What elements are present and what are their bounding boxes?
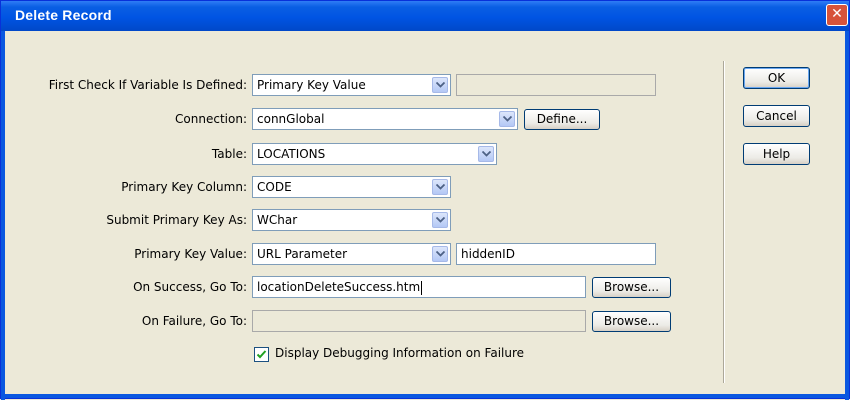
on-success-value: locationDeleteSuccess.htm — [257, 280, 421, 294]
connection-select[interactable]: connGlobal — [252, 108, 518, 130]
text-caret — [421, 280, 423, 295]
chevron-down-icon[interactable] — [432, 179, 448, 195]
first-check-variable-field[interactable] — [456, 74, 656, 96]
table-label: Table: — [211, 147, 247, 161]
ok-button[interactable]: OK — [743, 67, 810, 89]
pk-value-parameter-field[interactable]: hiddenID — [456, 243, 656, 265]
window-frame-bottom — [1, 394, 849, 398]
debug-checkbox[interactable] — [254, 347, 269, 362]
pk-value-parameter-text: hiddenID — [461, 247, 515, 261]
cancel-button[interactable]: Cancel — [743, 105, 810, 127]
first-check-label: First Check If Variable Is Defined: — [48, 78, 247, 92]
pk-column-select[interactable]: CODE — [252, 176, 451, 198]
submit-as-value: WChar — [257, 213, 298, 227]
pk-column-label: Primary Key Column: — [121, 180, 247, 194]
on-success-browse-button[interactable]: Browse... — [592, 277, 671, 298]
chevron-down-icon[interactable] — [499, 111, 515, 127]
pk-value-select[interactable]: URL Parameter — [252, 243, 451, 265]
delete-record-dialog: Delete Record ✕ First Check If Variable … — [0, 0, 850, 400]
first-check-value: Primary Key Value — [257, 78, 366, 92]
title-bar[interactable]: Delete Record ✕ — [1, 1, 849, 31]
table-value: LOCATIONS — [257, 147, 326, 161]
vertical-separator — [723, 61, 725, 383]
on-failure-browse-button[interactable]: Browse... — [592, 311, 671, 332]
connection-label: Connection: — [175, 112, 247, 126]
on-success-label: On Success, Go To: — [133, 280, 247, 294]
on-failure-field[interactable] — [252, 310, 586, 332]
pk-value-value: URL Parameter — [257, 247, 348, 261]
chevron-down-icon[interactable] — [432, 212, 448, 228]
on-success-field[interactable]: locationDeleteSuccess.htm — [252, 276, 586, 298]
chevron-down-icon[interactable] — [478, 146, 494, 162]
window-frame-left — [1, 31, 5, 400]
submit-as-label: Submit Primary Key As: — [106, 213, 247, 227]
connection-value: connGlobal — [257, 112, 325, 126]
pk-value-label: Primary Key Value: — [134, 247, 247, 261]
help-button[interactable]: Help — [743, 143, 810, 165]
dialog-title: Delete Record — [15, 7, 112, 23]
on-failure-label: On Failure, Go To: — [141, 314, 247, 328]
first-check-select[interactable]: Primary Key Value — [252, 74, 451, 96]
debug-checkbox-label[interactable]: Display Debugging Information on Failure — [275, 346, 524, 360]
window-frame-right — [845, 31, 849, 400]
table-select[interactable]: LOCATIONS — [252, 143, 497, 165]
chevron-down-icon[interactable] — [432, 77, 448, 93]
checkmark-icon — [256, 350, 267, 359]
chevron-down-icon[interactable] — [432, 246, 448, 262]
pk-column-value: CODE — [257, 180, 292, 194]
define-button[interactable]: Define... — [524, 109, 600, 130]
close-icon: ✕ — [831, 6, 843, 22]
submit-as-select[interactable]: WChar — [252, 209, 451, 231]
close-button[interactable]: ✕ — [826, 4, 848, 26]
